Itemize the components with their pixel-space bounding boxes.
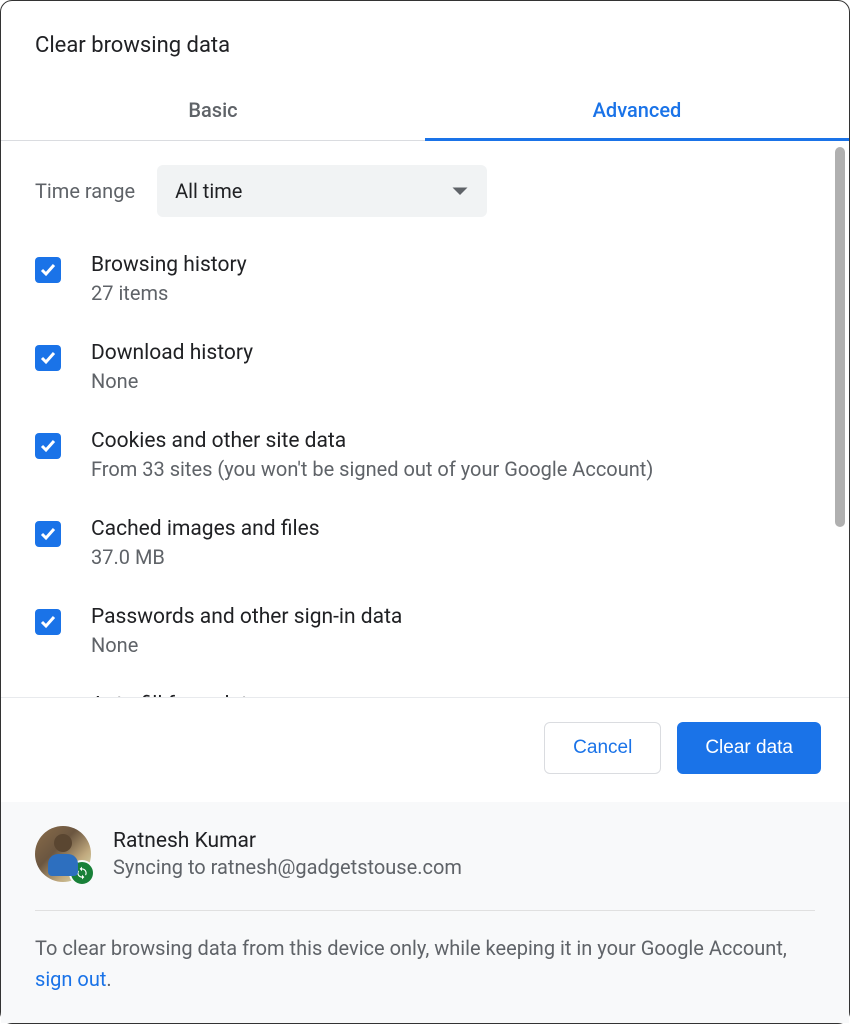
option-row: Download history None [35,341,815,393]
account-text: Ratnesh Kumar Syncing to ratnesh@gadgets… [113,829,462,879]
option-title: Cookies and other site data [91,429,815,453]
option-text: Passwords and other sign-in data None [91,605,815,657]
tab-basic[interactable]: Basic [1,82,425,140]
option-title: Download history [91,341,815,365]
checkbox[interactable] [35,609,61,635]
checkbox[interactable] [35,521,61,547]
option-title: Browsing history [91,253,815,277]
sync-icon [69,860,95,886]
option-row: Cookies and other site data From 33 sites… [35,429,815,481]
avatar [35,826,91,882]
clear-browsing-data-dialog: Clear browsing data Basic Advanced Time … [1,1,849,1023]
option-row: Passwords and other sign-in data None [35,605,815,657]
option-text: Browsing history 27 items [91,253,815,305]
chevron-down-icon [451,179,469,203]
dialog-actions: Cancel Clear data [1,697,849,802]
tab-advanced[interactable]: Advanced [425,82,849,140]
option-row: Browsing history 27 items [35,253,815,305]
option-text: Download history None [91,341,815,393]
option-subtitle: 27 items [91,281,815,305]
time-range-row: Time range All time [35,165,815,217]
options-scroll[interactable]: Time range All time Browsing history 27 i… [1,141,849,697]
option-title: Auto-fill form data [91,693,815,697]
signout-note: To clear browsing data from this device … [35,933,815,995]
option-row: Cached images and files 37.0 MB [35,517,815,569]
option-text: Cookies and other site data From 33 sites… [91,429,815,481]
checkbox[interactable] [35,433,61,459]
option-title: Cached images and files [91,517,815,541]
checkbox[interactable] [35,257,61,283]
option-title: Passwords and other sign-in data [91,605,815,629]
clear-data-button[interactable]: Clear data [677,722,821,774]
option-row: Auto-fill form data [35,693,815,697]
option-subtitle: 37.0 MB [91,545,815,569]
sign-out-link[interactable]: sign out [35,967,106,991]
option-text: Auto-fill form data [91,693,815,697]
dialog-title: Clear browsing data [1,1,849,82]
option-subtitle: None [91,369,815,393]
account-sync-status: Syncing to ratnesh@gadgetstouse.com [113,855,462,879]
cancel-button[interactable]: Cancel [544,722,661,774]
option-subtitle: None [91,633,815,657]
divider [35,910,815,911]
checkbox[interactable] [35,345,61,371]
time-range-label: Time range [35,179,135,203]
option-subtitle: From 33 sites (you won't be signed out o… [91,457,815,481]
content-area: Time range All time Browsing history 27 i… [1,141,849,697]
option-text: Cached images and files 37.0 MB [91,517,815,569]
time-range-selected: All time [175,179,242,203]
account-name: Ratnesh Kumar [113,829,462,853]
time-range-dropdown[interactable]: All time [157,165,487,217]
account-row: Ratnesh Kumar Syncing to ratnesh@gadgets… [35,826,815,882]
account-panel: Ratnesh Kumar Syncing to ratnesh@gadgets… [1,802,849,1023]
scrollbar-thumb[interactable] [835,147,845,527]
tabs: Basic Advanced [1,82,849,141]
